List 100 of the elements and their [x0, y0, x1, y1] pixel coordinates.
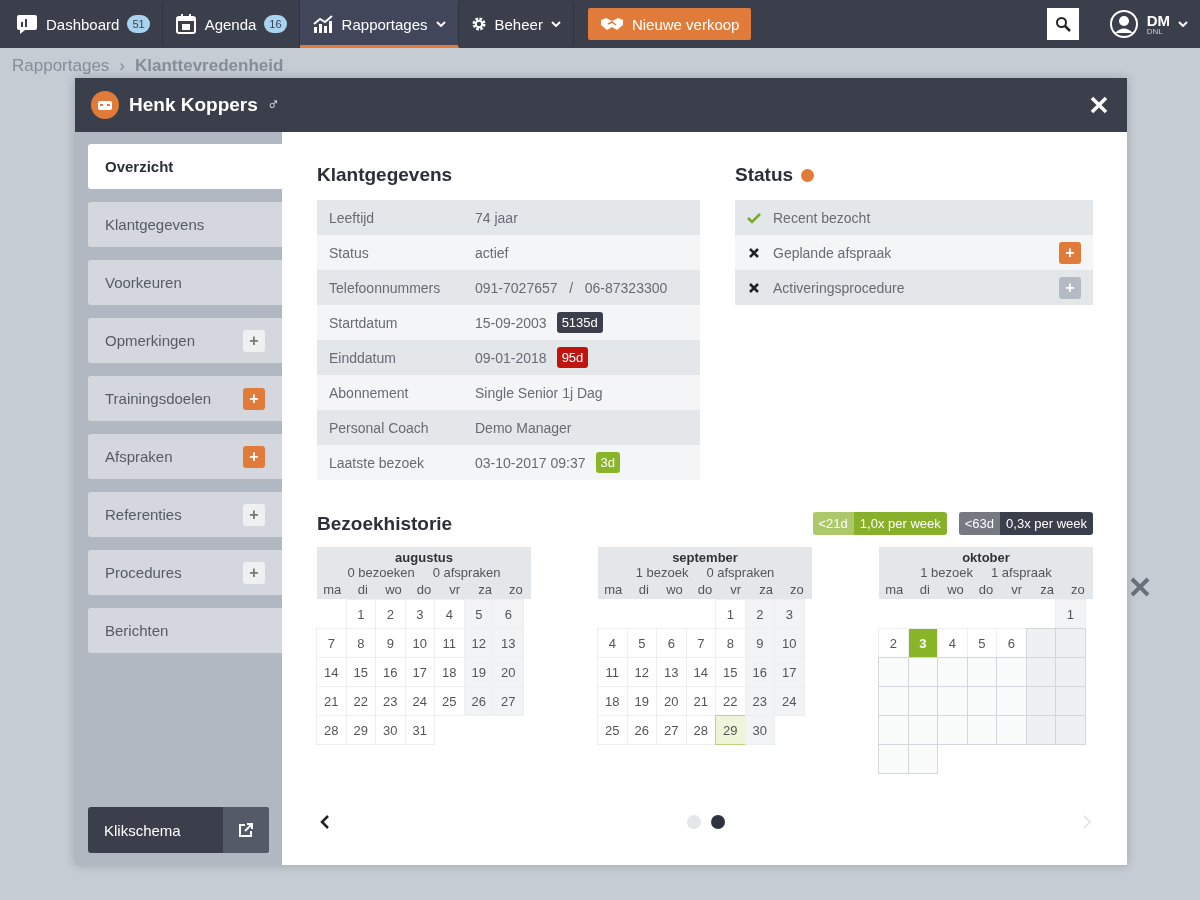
sidebar-item[interactable]: Klantgegevens [88, 202, 282, 247]
field-label: Telefoonnummers [329, 279, 442, 296]
page-dot[interactable] [711, 815, 725, 829]
user-subtitle: DNL [1146, 27, 1164, 36]
calendar-day: 1 [345, 599, 376, 629]
previous-icon[interactable] [319, 814, 331, 830]
handshake-icon [599, 16, 624, 32]
nav-tab[interactable]: Beheer [458, 0, 574, 48]
calendar-day: 6 [493, 599, 524, 629]
add-button[interactable]: + [243, 387, 265, 410]
weekday-label: zo [1069, 581, 1086, 599]
field-label: Einddatum [329, 349, 397, 366]
add-button[interactable]: + [243, 561, 265, 584]
field-value: 03-10-2017 09:37 [475, 454, 586, 471]
sidebar-item[interactable]: Opmerkingen + [88, 318, 282, 363]
visit-count: 1 bezoek [635, 565, 689, 580]
field-label: Status [329, 244, 370, 261]
weekday-label: zo [788, 581, 805, 599]
status-label: Activeringsprocedure [773, 279, 906, 296]
nav-label: Dashboard [46, 15, 120, 33]
appointment-count: 1 afspraak [991, 565, 1052, 580]
count-badge: 16 [264, 15, 287, 33]
weekday-label: wo [946, 581, 965, 599]
gender-symbol: ♂ [266, 95, 280, 115]
nav-tab[interactable]: Rapportages [299, 0, 459, 48]
calendar-day: 3 [774, 599, 805, 629]
weekday-label: za [758, 581, 775, 599]
sidebar-item[interactable]: Berichten [88, 608, 282, 653]
weekday-label: vr [1010, 581, 1023, 599]
section-title: Bezoekhistorie [317, 512, 453, 535]
field-value: Single Senior 1j Dag [475, 384, 603, 401]
nav-tab[interactable]: Dashboard 51 [4, 0, 163, 48]
field-value: Demo Manager [475, 419, 572, 436]
calendar-day: 13 [493, 628, 524, 658]
add-button[interactable]: + [243, 329, 265, 352]
user-avatar-icon[interactable] [1108, 9, 1139, 39]
field-value: actief [475, 244, 509, 261]
calendar-day: 27 [493, 686, 524, 716]
calendar-day: 1 [1055, 599, 1086, 629]
search-icon [1054, 16, 1071, 32]
count-badge: 51 [127, 15, 150, 33]
user-initials: DM [1146, 12, 1170, 28]
calendar-day: 20 [493, 657, 524, 687]
breadcrumb-separator: › [119, 56, 125, 76]
caret-icon[interactable] [1178, 21, 1188, 27]
field-label: Personal Coach [329, 419, 430, 436]
sidebar-item[interactable]: Trainingsdoelen + [88, 376, 282, 421]
appointment-day: 29 [715, 715, 746, 745]
add-button[interactable]: + [1059, 241, 1081, 264]
appointment-count: 0 afspraken [706, 565, 775, 580]
weekday-label: vr [729, 581, 742, 599]
weekday-label: di [918, 581, 931, 599]
nav-tab[interactable]: Agenda 16 [162, 0, 300, 48]
calendar-day: 31 [404, 715, 435, 745]
frequency-legend: <63d 0,3x per week [958, 512, 1093, 535]
add-button[interactable]: + [243, 503, 265, 526]
field-label: Laatste bezoek [329, 454, 425, 471]
calendar-day: 10 [774, 628, 805, 658]
weekday-label: ma [603, 581, 624, 599]
calendar-day: 2 [878, 628, 909, 658]
status-label: Recent bezocht [773, 209, 872, 226]
weekday-label: vr [448, 581, 461, 599]
section-title: Klantgegevens [317, 164, 454, 186]
settings-icon [470, 16, 487, 32]
dialog-title: Henk Koppers [129, 94, 258, 116]
month-name: augustus [395, 550, 453, 565]
chart-icon [311, 13, 334, 35]
weekday-label: za [1039, 581, 1056, 599]
click-scheme-button[interactable]: Klikschema [88, 807, 269, 853]
field-value: 09-01-2018 [475, 349, 547, 366]
day-count-tag: 3d [595, 452, 620, 473]
weekday-label: wo [665, 581, 684, 599]
search-button[interactable] [1046, 8, 1079, 40]
field-value: 091-7027657 / 06-87323300 [475, 279, 668, 296]
sidebar-item[interactable]: Voorkeuren [88, 260, 282, 305]
weekday-label: do [977, 581, 995, 599]
calendar-day: 4 [597, 628, 628, 658]
add-button[interactable]: + [243, 445, 265, 468]
calendar-day: 30 [744, 715, 775, 745]
sidebar-item[interactable]: Afspraken + [88, 434, 282, 479]
calendar-day: 28 [316, 715, 347, 745]
sidebar-item[interactable]: Overzicht [88, 144, 282, 189]
field-value: 15-09-2003 [475, 314, 547, 331]
nav-label: Agenda [204, 15, 257, 33]
new-sale-button[interactable]: Nieuwe verkoop [587, 8, 752, 40]
page-dot[interactable] [687, 815, 701, 829]
status-label: Geplande afspraak [773, 244, 893, 261]
sidebar-item[interactable]: Referenties + [88, 492, 282, 537]
calendar-day: 24 [774, 686, 805, 716]
weekday-label: ma [884, 581, 905, 599]
weekday-label: do [415, 581, 433, 599]
sidebar-item[interactable]: Procedures + [88, 550, 282, 595]
month-name: september [672, 550, 738, 565]
calendar-day: 7 [316, 628, 347, 658]
close-icon[interactable] [1089, 95, 1109, 115]
field-value: 74 jaar [475, 209, 518, 226]
nav-label: Beheer [494, 15, 543, 33]
visit-count: 1 bezoek [920, 565, 974, 580]
calendar-day: 1 [715, 599, 746, 629]
field-label: Startdatum [329, 314, 399, 331]
